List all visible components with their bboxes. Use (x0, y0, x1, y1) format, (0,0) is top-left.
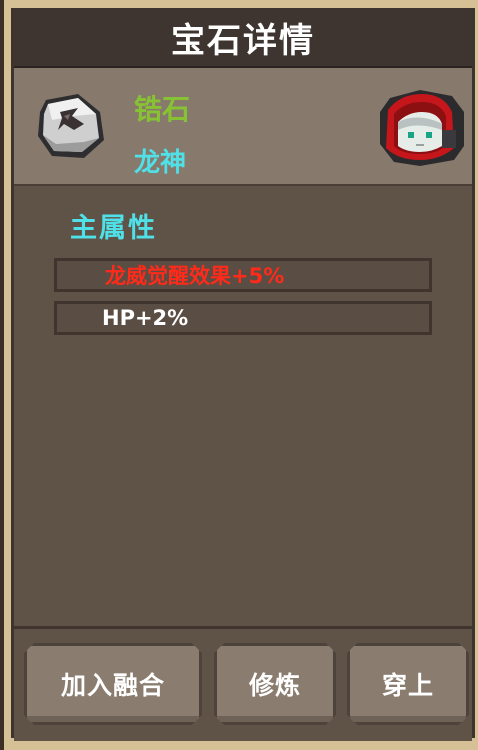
gem-name: 锆石 (134, 93, 191, 126)
gem-owner-name: 龙神 (134, 148, 187, 178)
action-bar: 加入融合 修炼 穿上 (14, 626, 472, 741)
gem-detail-panel: 宝石详情 锆石 龙神 主属性 龙威觉醒效果+5% HP+2% 加入融合 修炼 穿… (11, 8, 475, 741)
attributes-section: 主属性 龙威觉醒效果+5% HP+2% (14, 186, 472, 626)
title-bar: 宝石详情 (14, 8, 472, 68)
stat-row: HP+2% (54, 301, 432, 335)
screen-frame: 宝石详情 锆石 龙神 主属性 龙威觉醒效果+5% HP+2% 加入融合 修炼 穿… (0, 0, 478, 750)
train-label: 修炼 (248, 671, 301, 700)
equip-label: 穿上 (381, 671, 434, 700)
stat-row: 龙威觉醒效果+5% (54, 258, 432, 292)
hooded-character-avatar[interactable] (380, 90, 464, 166)
equip-button[interactable]: 穿上 (347, 643, 469, 725)
background-edge (0, 0, 4, 750)
stat-text: 龙威觉醒效果+5% (105, 264, 285, 288)
add-to-fusion-button[interactable]: 加入融合 (24, 643, 202, 725)
page-title: 宝石详情 (171, 20, 315, 61)
stone-icon (38, 94, 104, 158)
add-to-fusion-label: 加入融合 (60, 671, 165, 700)
gem-header: 锆石 龙神 (14, 68, 472, 187)
stat-text: HP+2% (102, 306, 189, 330)
main-attributes-heading: 主属性 (70, 213, 157, 244)
train-button[interactable]: 修炼 (214, 643, 336, 725)
